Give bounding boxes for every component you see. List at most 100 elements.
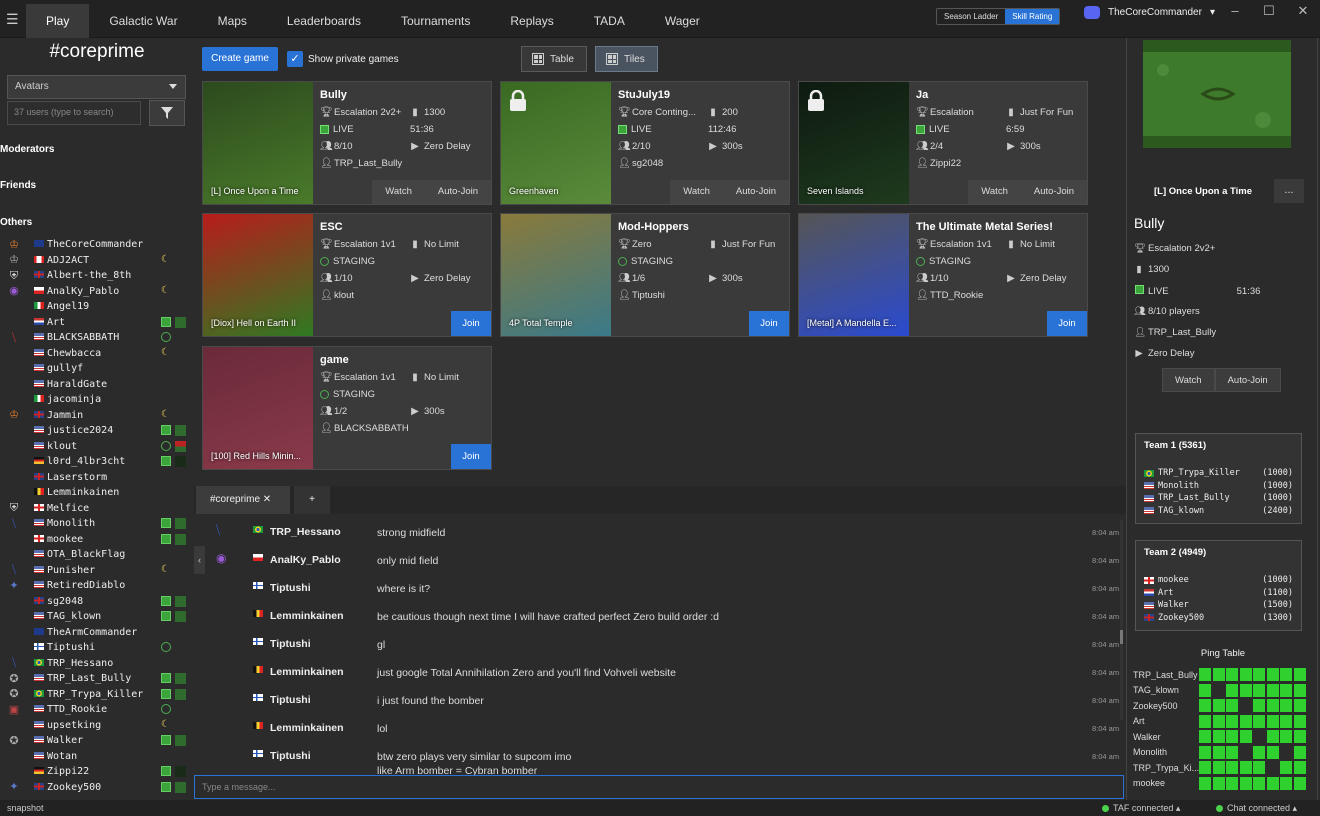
user-row[interactable]: jacominja (0, 392, 194, 408)
user-row[interactable]: HaraldGate (0, 377, 194, 393)
team-player[interactable]: Monolith (1000) (1144, 480, 1293, 493)
join-button[interactable]: Join (749, 311, 789, 336)
user-row[interactable]: ◉ AnalKy_Pablo ☾ (0, 284, 194, 300)
group-friends[interactable]: Friends (0, 180, 36, 191)
user-row[interactable]: klout (0, 439, 194, 455)
group-others[interactable]: Others (0, 217, 32, 228)
user-row[interactable]: ✪ Walker (0, 733, 194, 749)
team-player[interactable]: Art (1100) (1144, 587, 1293, 600)
game-tile[interactable]: [Diox] Hell on Earth II ESC 🏆︎ Escalation 1… (202, 213, 492, 337)
auto-join-button[interactable]: Auto-Join (722, 180, 789, 204)
user-row[interactable]: Chewbacca ☾ (0, 346, 194, 362)
chat-connection-status[interactable]: Chat connected ▴ (1216, 803, 1297, 814)
tab-leaderboards[interactable]: Leaderboards (267, 4, 381, 38)
user-row[interactable]: Angel19 (0, 299, 194, 315)
user-row[interactable]: Lemminkainen (0, 485, 194, 501)
user-search-input[interactable]: 37 users (type to search) (7, 101, 141, 125)
tab-wager[interactable]: Wager (645, 4, 720, 38)
user-row[interactable]: justice2024 (0, 423, 194, 439)
game-tile[interactable]: [Metal] A Mandella E... The Ultimate Meta… (798, 213, 1088, 337)
user-row[interactable]: ⧹ BLACKSABBATH (0, 330, 194, 346)
user-row[interactable]: ♔ TheCoreCommander (0, 237, 194, 253)
user-row[interactable]: mookee (0, 532, 194, 548)
game-tile[interactable]: Seven Islands Ja 🏆︎ Escalation ▮ Just For Fun… (798, 81, 1088, 205)
watch-button[interactable]: Watch (968, 180, 1021, 204)
team-player[interactable]: mookee (1000) (1144, 574, 1293, 587)
message-author[interactable]: Tiptushi (270, 582, 311, 594)
tab-replays[interactable]: Replays (490, 4, 573, 38)
auto-join-button[interactable]: Auto-Join (424, 180, 491, 204)
join-button[interactable]: Join (451, 444, 491, 469)
game-tile[interactable]: 4P Total Temple Mod-Hoppers 🏆︎ Zero ▮ Just Fo… (500, 213, 790, 337)
watch-button[interactable]: Watch (670, 180, 723, 204)
user-row[interactable]: upsetking ☾ (0, 718, 194, 734)
game-tile[interactable]: [100] Red Hills Minin... game 🏆︎ Escalation… (202, 346, 492, 470)
user-menu[interactable]: TheCoreCommander ▾ (1084, 6, 1215, 19)
message-author[interactable]: Tiptushi (270, 694, 311, 706)
tiles-view-button[interactable]: Tiles (595, 46, 658, 72)
group-moderators[interactable]: Moderators (0, 144, 54, 155)
user-row[interactable]: Tiptushi (0, 640, 194, 656)
user-row[interactable]: ✪ TRP_Last_Bully (0, 671, 194, 687)
user-row[interactable]: Laserstorm (0, 470, 194, 486)
team-player[interactable]: TRP_Last_Bully (1000) (1144, 492, 1293, 505)
message-author[interactable]: Lemminkainen (270, 610, 344, 622)
user-row[interactable]: ♔ ADJ2ACT ☾ (0, 253, 194, 269)
more-button[interactable]: ... (1274, 179, 1304, 203)
message-author[interactable]: TRP_Hessano (270, 526, 341, 538)
message-author[interactable]: Tiptushi (270, 638, 311, 650)
tab-tada[interactable]: TADA (574, 4, 645, 38)
tab-tournaments[interactable]: Tournaments (381, 4, 490, 38)
user-row[interactable]: ⧹ Punisher ☾ (0, 563, 194, 579)
tab-coreprime[interactable]: #coreprime ✕ (196, 486, 290, 514)
season-ladder-toggle[interactable]: Season Ladder (937, 9, 1005, 24)
team-player[interactable]: Zookey500 (1300) (1144, 612, 1293, 625)
user-row[interactable]: Art (0, 315, 194, 331)
hamburger-icon[interactable]: ☰ (6, 11, 19, 28)
table-view-button[interactable]: Table (521, 46, 587, 72)
taf-connection-status[interactable]: TAF connected ▴ (1102, 803, 1180, 814)
user-row[interactable]: gullyf (0, 361, 194, 377)
user-row[interactable]: sg2048 (0, 594, 194, 610)
user-row[interactable]: Wotan (0, 749, 194, 765)
user-row[interactable]: OTA_BlackFlag (0, 547, 194, 563)
avatar-select[interactable]: Avatars (7, 75, 186, 99)
team-player[interactable]: TRP_Trypa_Killer (1000) (1144, 467, 1293, 480)
message-author[interactable]: AnalKy_Pablo (270, 554, 341, 566)
tab-maps[interactable]: Maps (198, 4, 267, 38)
add-channel-tab[interactable]: + (294, 486, 330, 514)
user-row[interactable]: ✦ Zookey500 (0, 780, 194, 796)
tab-galactic-war[interactable]: Galactic War (89, 4, 197, 38)
create-game-button[interactable]: Create game (202, 47, 278, 71)
user-row[interactable]: ⧹ Monolith (0, 516, 194, 532)
close-button[interactable]: ✕ (1286, 0, 1320, 22)
maximize-button[interactable]: ☐ (1252, 0, 1286, 22)
user-row[interactable]: ▣ TTD_Rookie (0, 702, 194, 718)
message-input[interactable]: Type a message... (194, 775, 1124, 799)
user-row[interactable]: ✦ RetiredDiablo (0, 578, 194, 594)
message-author[interactable]: Tiptushi (270, 750, 311, 762)
game-tile[interactable]: [L] Once Upon a Time Bully 🏆︎ Escalation 2v… (202, 81, 492, 205)
tab-play[interactable]: Play (26, 4, 90, 38)
user-row[interactable]: ♔ Jammin ☾ (0, 408, 194, 424)
join-button[interactable]: Join (451, 311, 491, 336)
team-player[interactable]: TAG_klown (2400) (1144, 505, 1293, 518)
team-player[interactable]: Walker (1500) (1144, 599, 1293, 612)
user-row[interactable]: TAG_klown (0, 609, 194, 625)
message-author[interactable]: Lemminkainen (270, 722, 344, 734)
user-row[interactable]: TheArmCommander (0, 625, 194, 641)
message-author[interactable]: Lemminkainen (270, 666, 344, 678)
join-button[interactable]: Join (1047, 311, 1087, 336)
auto-join-button[interactable]: Auto-Join (1214, 368, 1281, 392)
minimize-button[interactable]: – (1218, 0, 1252, 22)
watch-button[interactable]: Watch (1162, 368, 1215, 392)
user-row[interactable]: ✪ TRP_Trypa_Killer (0, 687, 194, 703)
user-row[interactable]: ⧹ TRP_Hessano (0, 656, 194, 672)
watch-button[interactable]: Watch (372, 180, 425, 204)
user-row[interactable]: ⛨ Melfice (0, 501, 194, 517)
user-row[interactable]: Zippi22 (0, 764, 194, 780)
discord-icon[interactable] (1084, 6, 1100, 19)
show-private-checkbox[interactable]: ✓ (287, 51, 303, 67)
auto-join-button[interactable]: Auto-Join (1020, 180, 1087, 204)
skill-rating-toggle[interactable]: Skill Rating (1005, 9, 1060, 24)
